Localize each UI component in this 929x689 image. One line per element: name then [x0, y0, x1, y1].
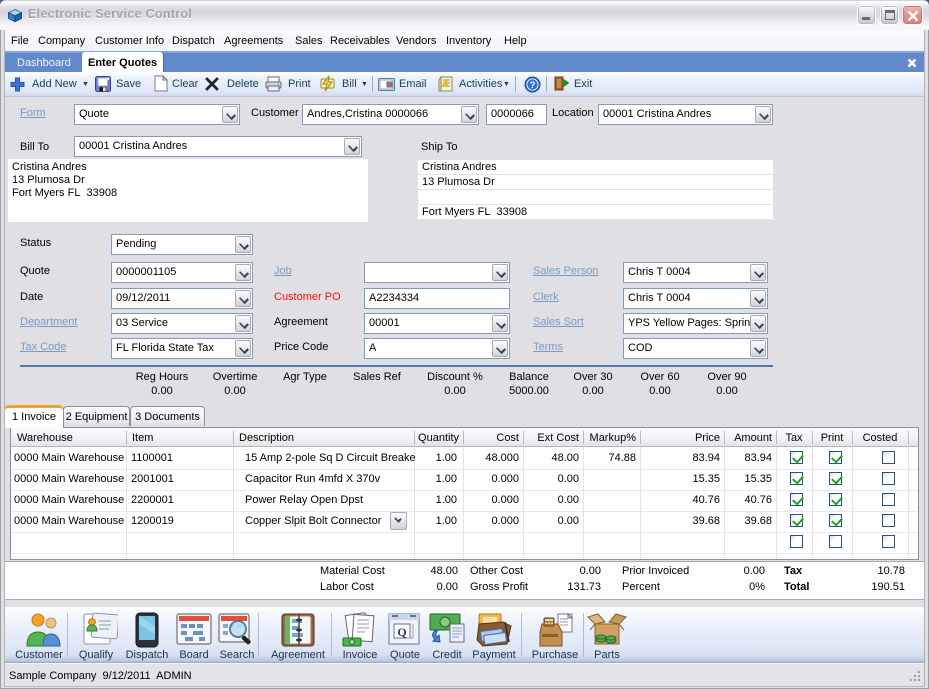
svg-text:?: ? — [530, 80, 536, 91]
svg-text:Q: Q — [397, 625, 406, 639]
